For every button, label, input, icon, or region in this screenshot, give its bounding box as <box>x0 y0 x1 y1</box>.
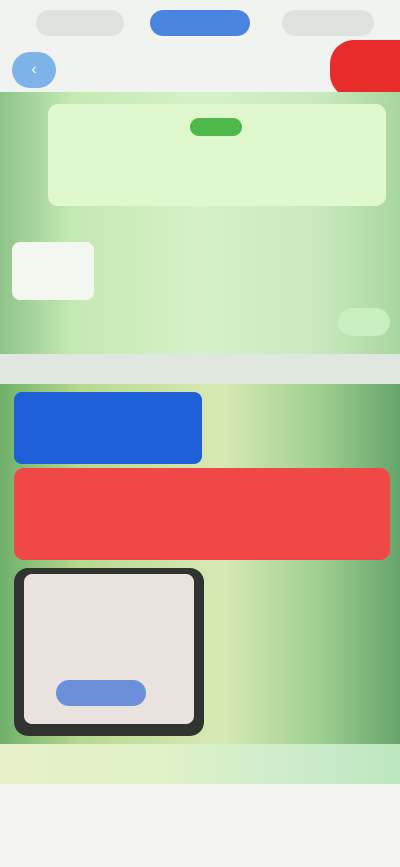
page: ‹ <box>0 0 400 867</box>
back-icon: ‹ <box>31 61 37 78</box>
top-nav: ‹ <box>0 0 400 98</box>
hero-foot-button[interactable] <box>338 308 390 336</box>
hero-banner <box>0 92 400 354</box>
section-divider <box>0 354 400 384</box>
promo-phone-image <box>14 568 204 736</box>
hero-pill[interactable] <box>190 118 242 136</box>
hero-thumbnail[interactable] <box>12 242 94 300</box>
action-button[interactable] <box>330 40 400 98</box>
promo-blue-banner[interactable] <box>14 392 202 464</box>
bottom-bar <box>0 784 400 867</box>
bottom-text[interactable] <box>120 830 280 850</box>
hero-foot-text <box>250 314 330 328</box>
hero-card-text <box>70 152 370 170</box>
nav-tab-1[interactable] <box>36 10 124 36</box>
nav-tab-3[interactable] <box>282 10 374 36</box>
hero-caption <box>112 196 272 214</box>
promo-phone-button[interactable] <box>56 680 146 706</box>
promo-band <box>0 744 400 784</box>
promo-section <box>0 384 400 744</box>
promo-red-banner[interactable] <box>14 468 390 560</box>
back-button[interactable]: ‹ <box>12 52 56 88</box>
nav-tab-2[interactable] <box>150 10 250 36</box>
nav-subtitle <box>150 50 250 70</box>
